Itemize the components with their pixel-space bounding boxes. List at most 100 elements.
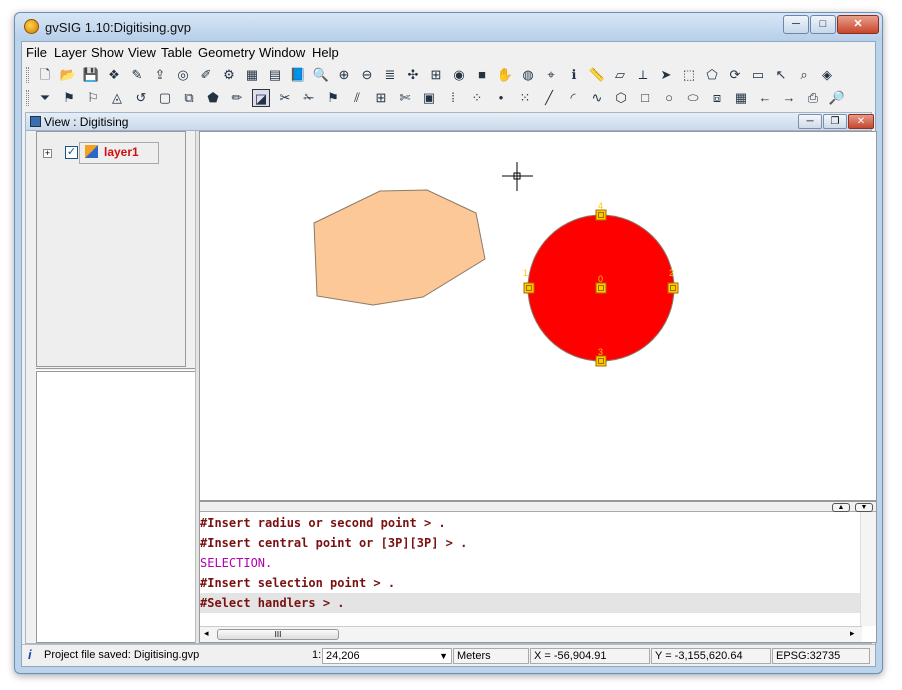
console-horizontal-scrollbar[interactable]: ◂ III ▸ xyxy=(200,626,862,642)
locator-map[interactable] xyxy=(36,371,201,643)
map-svg[interactable]: 0 1 2 3 4 xyxy=(200,132,876,500)
select-poly-icon[interactable]: ⬠ xyxy=(703,66,721,84)
console-line-current[interactable]: #Select handlers > . xyxy=(200,593,862,613)
expand-icon[interactable]: + xyxy=(43,149,52,158)
handler-point[interactable] xyxy=(595,282,607,294)
toolbar-grip[interactable] xyxy=(26,67,29,83)
edit-icon[interactable]: ✐ xyxy=(197,66,215,84)
menu-show[interactable]: Show xyxy=(91,45,124,60)
target-icon[interactable]: ◎ xyxy=(174,66,192,84)
info-icon[interactable]: ℹ xyxy=(565,66,583,84)
mirror-icon[interactable]: ⧉ xyxy=(180,89,198,107)
panel-icon[interactable]: ▭ xyxy=(749,66,767,84)
book-icon[interactable]: 📘 xyxy=(289,66,307,84)
menu-layer[interactable]: Layer xyxy=(54,45,87,60)
close-button[interactable]: ✕ xyxy=(837,15,879,34)
menu-geometry[interactable]: Geometry xyxy=(198,45,255,60)
gear-icon[interactable]: ⚙ xyxy=(220,66,238,84)
cursor-icon[interactable]: ↖ xyxy=(772,66,790,84)
filter-icon[interactable]: ⏷ xyxy=(36,89,54,107)
maximize-button[interactable]: □ xyxy=(810,15,836,34)
ellipse-icon[interactable]: ⬭ xyxy=(684,89,702,107)
save-icon[interactable]: 💾 xyxy=(82,66,100,84)
polyline-icon[interactable]: ∿ xyxy=(588,89,606,107)
window-icon[interactable]: ▢ xyxy=(156,89,174,107)
layers-icon[interactable]: ❖ xyxy=(105,66,123,84)
polygon-edit-icon[interactable]: ⬟ xyxy=(204,89,222,107)
console-down-icon[interactable]: ▼ xyxy=(855,503,873,512)
zoom-in-icon[interactable]: 🔍 xyxy=(312,66,330,84)
console-splitter[interactable]: ▲ ▼ xyxy=(200,502,876,512)
console-vertical-scrollbar[interactable] xyxy=(860,512,876,626)
line-icon[interactable]: ╱ xyxy=(540,89,558,107)
prev-icon[interactable]: ← xyxy=(756,89,774,107)
polygon-icon[interactable]: ⬡ xyxy=(612,89,630,107)
select-icon[interactable]: ➤ xyxy=(657,66,675,84)
pencil-icon[interactable]: ✏ xyxy=(228,89,246,107)
arc-icon[interactable]: ◜ xyxy=(564,89,582,107)
scale-select[interactable]: 24,206 ▼ xyxy=(322,648,452,664)
ruler-icon[interactable]: ⟂ xyxy=(634,66,652,84)
point-icon[interactable]: • xyxy=(492,89,510,107)
undo-icon[interactable]: ↺ xyxy=(132,89,150,107)
scissors-icon[interactable]: ✄ xyxy=(396,89,414,107)
layer-visibility-checkbox[interactable]: ✓ xyxy=(65,146,78,159)
open-icon[interactable]: 📂 xyxy=(59,66,77,84)
view-restore-button[interactable]: ❐ xyxy=(823,114,847,129)
console-up-icon[interactable]: ▲ xyxy=(832,503,850,512)
grid-icon[interactable]: ⊞ xyxy=(372,89,390,107)
scroll-thumb[interactable]: III xyxy=(217,629,339,640)
handler-point[interactable] xyxy=(667,282,679,294)
toolbar-grip[interactable] xyxy=(26,90,29,106)
area-icon[interactable]: ▱ xyxy=(611,66,629,84)
refresh-icon[interactable]: ⟳ xyxy=(726,66,744,84)
menu-window[interactable]: Window xyxy=(259,45,305,60)
autocomplete-icon[interactable]: ⧈ xyxy=(708,89,726,107)
palette-icon[interactable]: ▣ xyxy=(420,89,438,107)
scroll-right-icon[interactable]: ▸ xyxy=(850,628,855,639)
menu-help[interactable]: Help xyxy=(312,45,339,60)
handler-point[interactable] xyxy=(595,355,607,367)
dotted-icon[interactable]: ⁞ xyxy=(444,89,462,107)
next-icon[interactable]: → xyxy=(780,89,798,107)
table-icon[interactable]: ▤ xyxy=(266,66,284,84)
raster-icon[interactable]: ▦ xyxy=(243,66,261,84)
chevron-down-icon[interactable]: ▼ xyxy=(439,649,448,664)
lasso-icon[interactable]: ✂ xyxy=(276,89,294,107)
full-extent-icon[interactable]: ✣ xyxy=(404,66,422,84)
color-icon[interactable]: ■ xyxy=(473,66,491,84)
locator-icon[interactable]: ◍ xyxy=(519,66,537,84)
export-icon[interactable]: ⇪ xyxy=(151,66,169,84)
find-icon[interactable]: 🔎 xyxy=(828,89,846,107)
center-icon[interactable]: ◈ xyxy=(818,66,836,84)
measure-icon[interactable]: 📏 xyxy=(588,66,606,84)
view-close-button[interactable]: ✕ xyxy=(848,114,874,129)
new-icon[interactable]: 🗋 xyxy=(36,66,54,84)
handler-point[interactable] xyxy=(595,209,607,221)
select-handler-icon[interactable]: ◪ xyxy=(252,89,270,107)
table-grid-icon[interactable]: ▦ xyxy=(732,89,750,107)
geo1-icon[interactable]: ⚑ xyxy=(60,89,78,107)
scatter-icon[interactable]: ⁘ xyxy=(468,89,486,107)
paint-icon[interactable]: ✎ xyxy=(128,66,146,84)
zoom-plus-icon[interactable]: ⊕ xyxy=(335,66,353,84)
cut-icon[interactable]: ✁ xyxy=(300,89,318,107)
handler-point[interactable] xyxy=(523,282,535,294)
multipoint-icon[interactable]: ⁙ xyxy=(516,89,534,107)
pan-icon[interactable]: ✋ xyxy=(496,66,514,84)
print-icon[interactable]: ⎙ xyxy=(804,89,822,107)
menu-view[interactable]: View xyxy=(128,45,156,60)
zoom-layer-icon[interactable]: ⊞ xyxy=(427,66,445,84)
view-minimize-button[interactable]: ─ xyxy=(798,114,822,129)
layer-name[interactable]: layer1 xyxy=(104,145,139,159)
toc-layer-row[interactable]: + ✓ layer1 xyxy=(43,142,159,168)
map-canvas[interactable]: 0 1 2 3 4 xyxy=(199,131,877,501)
geo2-icon[interactable]: ⚐ xyxy=(84,89,102,107)
geo3-icon[interactable]: ◬ xyxy=(108,89,126,107)
minimize-button[interactable]: ─ xyxy=(783,15,809,34)
circle-icon[interactable]: ○ xyxy=(660,89,678,107)
menu-table[interactable]: Table xyxy=(161,45,192,60)
flag-icon[interactable]: ⚑ xyxy=(324,89,342,107)
menu-file[interactable]: File xyxy=(26,45,47,60)
zoom-minus-icon[interactable]: ⊖ xyxy=(358,66,376,84)
